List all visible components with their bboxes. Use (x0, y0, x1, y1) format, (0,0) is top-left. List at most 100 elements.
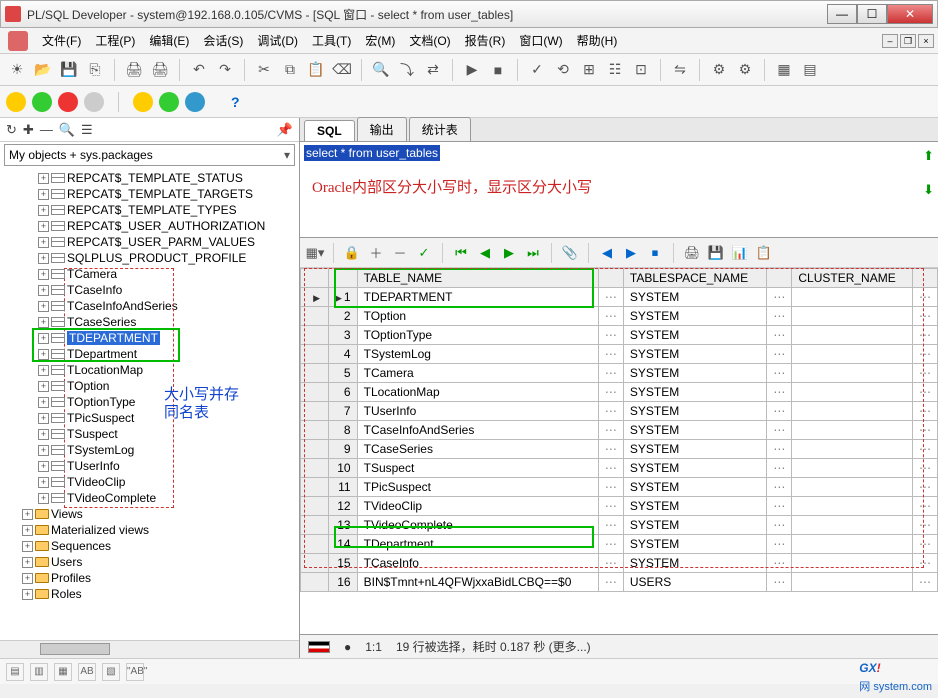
tree-table-item[interactable]: +TUserInfo (4, 458, 295, 474)
tree-item-label[interactable]: Sequences (51, 539, 111, 553)
cell-tablespace[interactable]: SYSTEM (623, 288, 766, 307)
sb1-icon[interactable]: ▤ (6, 663, 24, 681)
cell-ellipsis[interactable]: ⋯ (598, 402, 623, 421)
cell-ellipsis[interactable]: ⋯ (913, 421, 938, 440)
expand-icon[interactable]: + (38, 349, 49, 360)
prev-icon[interactable]: ◀ (476, 244, 494, 262)
cell-table-name[interactable]: TCamera (357, 364, 598, 383)
attach-icon[interactable]: 📎 (561, 244, 579, 262)
tree-item-label[interactable]: REPCAT$_TEMPLATE_TYPES (67, 203, 237, 217)
tree-item-label[interactable]: TCaseInfoAndSeries (67, 299, 178, 313)
sql-text[interactable]: select * from user_tables (304, 145, 440, 161)
filter-input[interactable] (9, 148, 284, 162)
cell-tablespace[interactable]: SYSTEM (623, 497, 766, 516)
grid-row[interactable]: 1TDEPARTMENT⋯SYSTEM⋯⋯ (301, 288, 938, 307)
cell-tablespace[interactable]: SYSTEM (623, 326, 766, 345)
cell-ellipsis[interactable]: ⋯ (767, 440, 792, 459)
cell-table-name[interactable]: TSuspect (357, 459, 598, 478)
cell-ellipsis[interactable]: ⋯ (767, 345, 792, 364)
undo-icon[interactable]: ↶ (188, 59, 210, 81)
help-icon[interactable]: ? (231, 94, 240, 110)
session-ball-6[interactable] (159, 92, 179, 112)
grid-row[interactable]: 5TCamera⋯SYSTEM⋯⋯ (301, 364, 938, 383)
filter-icon[interactable]: ☰ (81, 122, 93, 138)
print2-icon[interactable]: 🖨 (149, 59, 171, 81)
expand-icon[interactable]: + (38, 237, 49, 248)
expand-icon[interactable]: + (38, 413, 49, 424)
cell-ellipsis[interactable]: ⋯ (767, 573, 792, 592)
tree-folder-item[interactable]: +Views (4, 506, 295, 522)
window1-icon[interactable]: ▦ (773, 59, 795, 81)
export1-icon[interactable]: 🖨 (683, 244, 701, 262)
sql-editor[interactable]: select * from user_tables Oracle内部区分大小写时… (300, 142, 938, 238)
tree-table-item[interactable]: +TOption (4, 378, 295, 394)
cell-tablespace[interactable]: SYSTEM (623, 554, 766, 573)
pin-icon[interactable]: 📌 (277, 122, 293, 138)
window2-icon[interactable]: ▤ (799, 59, 821, 81)
minimize-button[interactable]: — (827, 4, 857, 24)
expand-icon[interactable]: + (38, 493, 49, 504)
expand-icon[interactable]: + (38, 253, 49, 264)
session-ball-3[interactable] (58, 92, 78, 112)
tree-item-label[interactable]: TDepartment (67, 347, 137, 361)
sb2-icon[interactable]: ▥ (30, 663, 48, 681)
cell-ellipsis[interactable]: ⋯ (767, 516, 792, 535)
result-grid[interactable]: TABLE_NAMETABLESPACE_NAMECLUSTER_NAME1TD… (300, 268, 938, 634)
close-button[interactable]: ✕ (887, 4, 933, 24)
cell-tablespace[interactable]: SYSTEM (623, 516, 766, 535)
cell-ellipsis[interactable]: ⋯ (598, 573, 623, 592)
maximize-button[interactable]: ☐ (857, 4, 887, 24)
expand-icon[interactable]: + (38, 317, 49, 328)
cell-tablespace[interactable]: SYSTEM (623, 364, 766, 383)
cell-table-name[interactable]: TDepartment (357, 535, 598, 554)
cell-ellipsis[interactable]: ⋯ (913, 440, 938, 459)
cell-ellipsis[interactable]: ⋯ (913, 364, 938, 383)
cell-ellipsis[interactable]: ⋯ (767, 421, 792, 440)
expand-icon[interactable]: + (38, 173, 49, 184)
tree-item-label[interactable]: REPCAT$_TEMPLATE_TARGETS (67, 187, 253, 201)
next-icon[interactable]: ▶ (500, 244, 518, 262)
grid-row[interactable]: 12TVideoClip⋯SYSTEM⋯⋯ (301, 497, 938, 516)
cell-ellipsis[interactable]: ⋯ (913, 516, 938, 535)
cell-cluster[interactable] (792, 345, 913, 364)
tab-sql[interactable]: SQL (304, 120, 355, 141)
tree-table-item[interactable]: +TSystemLog (4, 442, 295, 458)
cell-ellipsis[interactable]: ⋯ (767, 535, 792, 554)
rollback-icon[interactable]: ⟲ (552, 59, 574, 81)
cell-ellipsis[interactable]: ⋯ (767, 478, 792, 497)
grid-column-header[interactable]: CLUSTER_NAME (792, 269, 913, 288)
tree-item-label[interactable]: TOption (67, 379, 109, 393)
expand-icon[interactable]: + (38, 205, 49, 216)
cell-ellipsis[interactable]: ⋯ (767, 364, 792, 383)
tree-table-item[interactable]: + REPCAT$_TEMPLATE_TYPES (4, 202, 295, 218)
print-icon[interactable]: 🖨 (123, 59, 145, 81)
cell-cluster[interactable] (792, 554, 913, 573)
cell-ellipsis[interactable]: ⋯ (598, 440, 623, 459)
grid-row[interactable]: 8TCaseInfoAndSeries⋯SYSTEM⋯⋯ (301, 421, 938, 440)
cell-tablespace[interactable]: SYSTEM (623, 421, 766, 440)
tree-table-item[interactable]: +TOptionType (4, 394, 295, 410)
expand-icon[interactable]: + (38, 285, 49, 296)
cell-ellipsis[interactable]: ⋯ (767, 326, 792, 345)
grid-menu-icon[interactable]: ▦▾ (306, 244, 324, 262)
saveall-icon[interactable]: ⎘ (84, 59, 106, 81)
cell-ellipsis[interactable]: ⋯ (598, 535, 623, 554)
cell-ellipsis[interactable]: ⋯ (767, 288, 792, 307)
cell-cluster[interactable] (792, 573, 913, 592)
tree-item-label[interactable]: TUserInfo (67, 459, 120, 473)
cell-ellipsis[interactable]: ⋯ (598, 288, 623, 307)
filter-combo[interactable]: ▾ (4, 144, 295, 166)
grid-row[interactable]: 7TUserInfo⋯SYSTEM⋯⋯ (301, 402, 938, 421)
tree-item-label[interactable]: SQLPLUS_PRODUCT_PROFILE (67, 251, 246, 265)
scroll-down-icon[interactable]: ⬇ (923, 182, 934, 198)
cell-tablespace[interactable]: SYSTEM (623, 383, 766, 402)
export4-icon[interactable]: 📋 (755, 244, 773, 262)
cell-ellipsis[interactable]: ⋯ (913, 478, 938, 497)
cell-tablespace[interactable]: SYSTEM (623, 307, 766, 326)
grid-row[interactable]: 13TVideoComplete⋯SYSTEM⋯⋯ (301, 516, 938, 535)
cell-tablespace[interactable]: USERS (623, 573, 766, 592)
nav3-icon[interactable]: ⏹ (646, 244, 664, 262)
cell-ellipsis[interactable]: ⋯ (767, 383, 792, 402)
cell-tablespace[interactable]: SYSTEM (623, 478, 766, 497)
expand-icon[interactable]: + (38, 301, 49, 312)
